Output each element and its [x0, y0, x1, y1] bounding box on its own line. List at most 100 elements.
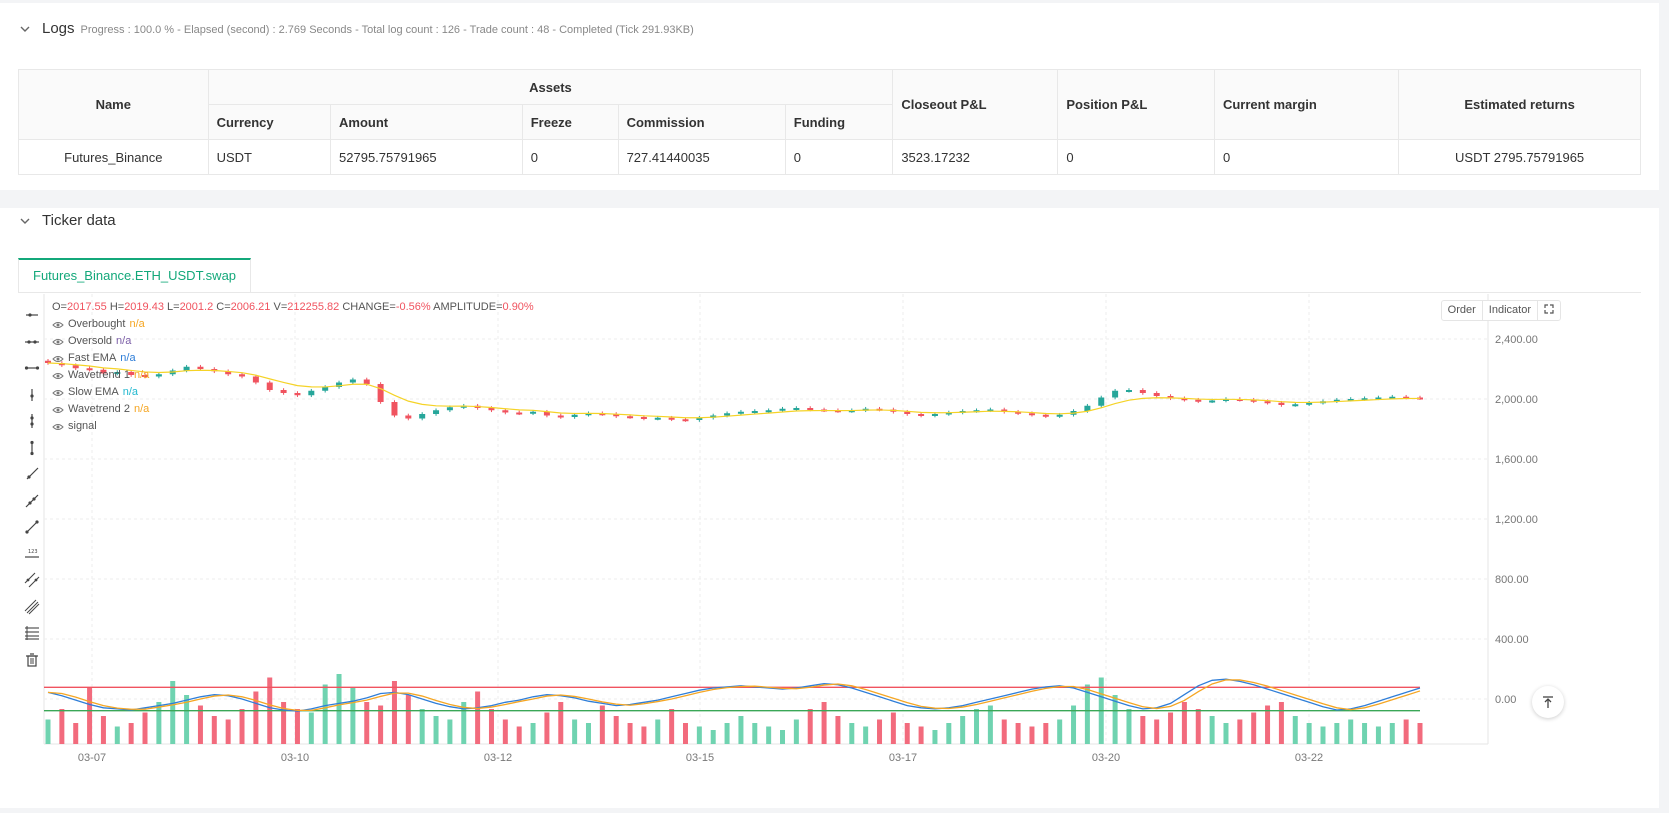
candle-body	[1264, 401, 1271, 404]
candle-body	[904, 411, 911, 414]
trash-icon[interactable]	[22, 647, 42, 674]
candle-body	[654, 417, 661, 420]
ticker-panel: Ticker data Futures_Binance.ETH_USDT.swa…	[0, 208, 1659, 808]
horizontal-ray-icon[interactable]	[22, 302, 42, 329]
y-tick-label: 0.00	[1495, 694, 1516, 706]
extended-line-icon[interactable]	[22, 488, 42, 515]
volume-bar	[170, 681, 176, 744]
x-tick-label: 03-22	[1295, 752, 1323, 764]
candle-body	[1042, 414, 1049, 417]
candle-body	[571, 414, 578, 417]
volume-bar	[752, 723, 758, 744]
volume-bar	[1362, 723, 1368, 744]
pitchfork-icon[interactable]	[22, 594, 42, 621]
volume-bar	[87, 688, 93, 744]
chevron-down-icon[interactable]	[18, 22, 32, 36]
cell-closeout: 3523.17232	[892, 139, 1059, 175]
volume-bar	[780, 730, 786, 744]
vertical-line-icon[interactable]	[22, 408, 42, 435]
volume-bar	[1209, 716, 1215, 744]
cell-name: Futures_Binance	[18, 139, 209, 175]
horizontal-line-icon[interactable]	[22, 329, 42, 356]
fib-retracement-icon[interactable]	[22, 620, 42, 647]
indicator-row[interactable]: Wavetrend 2 n/a	[52, 401, 534, 418]
price-label-icon[interactable]: 123	[22, 541, 42, 568]
volume-bar	[1057, 719, 1063, 744]
logs-header[interactable]: Logs Progress : 100.0 % - Elapsed (secon…	[18, 20, 694, 37]
trend-line-icon[interactable]	[22, 514, 42, 541]
volume-bar	[946, 723, 952, 744]
close-value: 2006.21	[230, 301, 271, 313]
volume-bar	[59, 709, 65, 744]
indicator-row[interactable]: signal	[52, 418, 534, 435]
horizontal-segment-icon[interactable]	[22, 355, 42, 382]
volume-bar	[1195, 709, 1201, 744]
logs-title: Logs	[42, 20, 75, 37]
volume-bar	[1292, 716, 1298, 744]
volume-bar	[877, 719, 883, 744]
volume-bar	[1154, 719, 1160, 744]
volume-bar	[516, 726, 522, 744]
volume-bar	[1043, 723, 1049, 744]
volume-bar	[724, 723, 730, 744]
eye-icon[interactable]	[52, 423, 64, 431]
y-tick-label: 1,600.00	[1495, 454, 1538, 466]
fullscreen-icon[interactable]	[1538, 301, 1560, 320]
indicator-button[interactable]: Indicator	[1483, 301, 1538, 320]
candle-body	[668, 417, 675, 420]
volume-bar	[585, 723, 591, 744]
drawing-toolbar: 123	[22, 302, 42, 673]
indicator-name: Wavetrend 1	[68, 369, 130, 381]
cell-freeze: 0	[521, 139, 619, 175]
volume-bar	[918, 726, 924, 744]
eye-icon[interactable]	[52, 406, 64, 414]
chart-legend: O=2017.55 H=2019.43 L=2001.2 C=2006.21 V…	[52, 299, 534, 435]
indicator-row[interactable]: Oversold n/a	[52, 333, 534, 350]
x-tick-label: 03-17	[889, 752, 917, 764]
volume-bar	[364, 702, 370, 744]
indicator-row[interactable]: Fast EMA n/a	[52, 350, 534, 367]
volume-bar	[1251, 712, 1257, 744]
low-label: L=	[167, 301, 180, 313]
candle-body	[1153, 393, 1160, 396]
eye-icon[interactable]	[52, 372, 64, 380]
volume-bar	[322, 684, 328, 744]
volume-bar	[710, 730, 716, 744]
candle-body	[807, 408, 814, 410]
vertical-ray-icon[interactable]	[22, 382, 42, 409]
vertical-segment-icon[interactable]	[22, 435, 42, 462]
volume-bar	[1126, 709, 1132, 744]
volume-bar	[128, 723, 134, 744]
order-button[interactable]: Order	[1442, 301, 1483, 320]
price-chart[interactable]: 2,400.00 2,000.00 1,600.00 1,200.00 800.00 40…	[0, 208, 1659, 808]
volume-bar	[1237, 719, 1243, 744]
volume-bar	[1001, 719, 1007, 744]
indicator-row[interactable]: Overbought n/a	[52, 316, 534, 333]
eye-icon[interactable]	[52, 338, 64, 346]
ray-icon[interactable]	[22, 461, 42, 488]
parallel-channel-icon[interactable]	[22, 567, 42, 594]
indicator-name: Fast EMA	[68, 352, 117, 364]
candle-body	[1028, 413, 1035, 416]
candle-body	[627, 416, 634, 419]
indicator-row[interactable]: Wavetrend 1 n/a	[52, 367, 534, 384]
volume-bar	[1403, 719, 1409, 744]
candle-body	[682, 419, 689, 422]
volume-bar	[558, 702, 564, 744]
col-amount: Amount	[330, 104, 523, 140]
volume-bar	[655, 719, 661, 744]
volume-bar	[766, 726, 772, 744]
eye-icon[interactable]	[52, 321, 64, 329]
eye-icon[interactable]	[52, 355, 64, 363]
volume-bar	[682, 723, 688, 744]
indicator-row[interactable]: Slow EMA n/a	[52, 384, 534, 401]
back-to-top-button[interactable]	[1532, 686, 1564, 718]
volume-bar	[1306, 723, 1312, 744]
y-tick-label: 800.00	[1495, 574, 1529, 586]
col-returns: Estimated returns	[1398, 69, 1641, 140]
open-value: 2017.55	[66, 301, 107, 313]
volume-bar	[849, 723, 855, 744]
eye-icon[interactable]	[52, 389, 64, 397]
candle-body	[737, 411, 744, 414]
high-value: 2019.43	[124, 301, 164, 313]
